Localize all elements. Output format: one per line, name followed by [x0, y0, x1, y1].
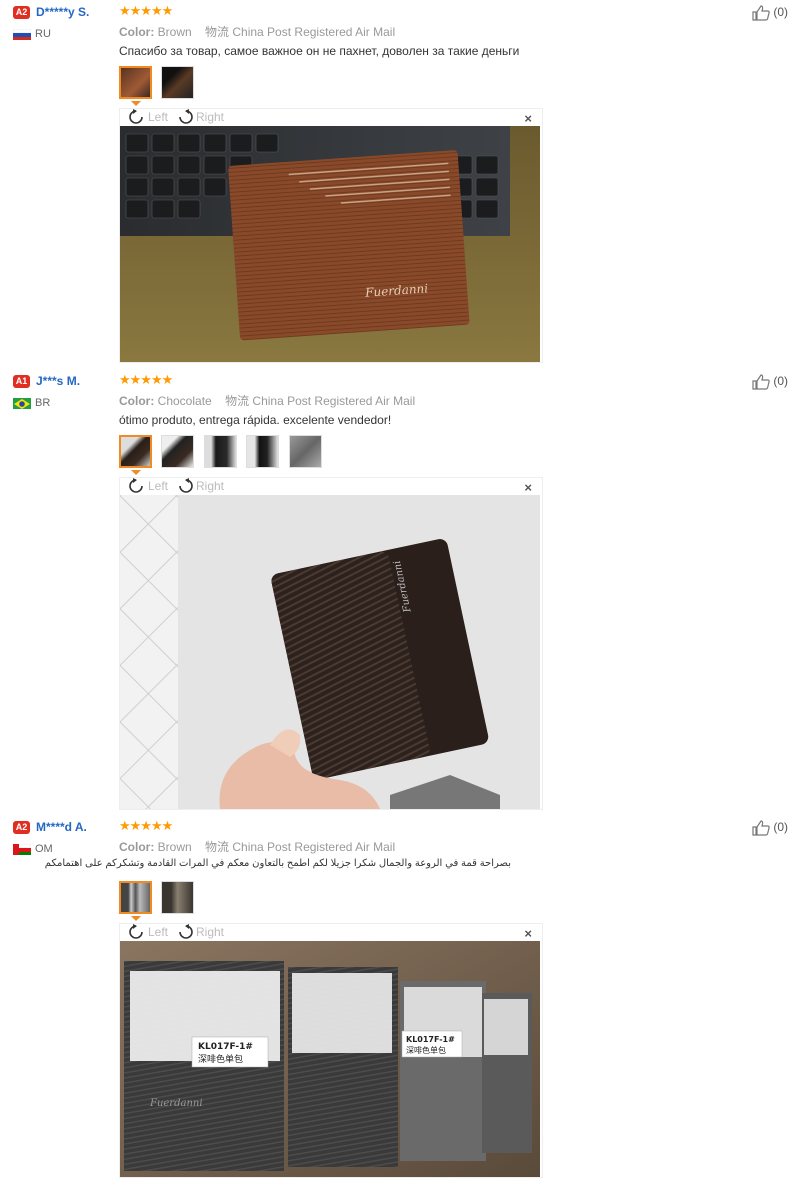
close-viewer-button[interactable]: ×: [524, 111, 532, 126]
rotate-right-icon: [179, 109, 193, 124]
rotate-right-button[interactable]: Right: [176, 478, 224, 494]
shipping-method: 物流 China Post Registered Air Mail: [225, 394, 416, 408]
helpful-count: (0): [773, 820, 789, 835]
photo-thumbnail[interactable]: [119, 881, 152, 914]
review-text: Спасибо за товар, самое важное он не пах…: [119, 44, 520, 58]
rotate-left-label: Left: [148, 925, 169, 939]
photo-thumbnail[interactable]: [161, 435, 195, 468]
package-label-code: KL017F-1#: [198, 1042, 253, 1052]
flag-om-icon: [13, 843, 31, 855]
rotate-right-icon: [179, 924, 193, 939]
country-code: RU: [35, 28, 51, 40]
color-label: Color:: [119, 394, 155, 408]
color-value: Chocolate: [157, 394, 212, 408]
review-text: ótimo produto, entrega rápida. excelente…: [119, 413, 392, 427]
viewer-toolbar: Left Right ×: [120, 478, 542, 495]
country-code: BR: [35, 397, 51, 409]
review-1: A2 D*****y S. RU ★★★★★ Color: Brown 物流 C…: [0, 0, 800, 368]
helpful-button[interactable]: (0): [752, 820, 788, 836]
rotate-right-label: Right: [196, 925, 225, 939]
photo-thumbnail[interactable]: [161, 881, 195, 914]
thumbs-up-icon: [752, 374, 770, 390]
star-rating: ★★★★★: [119, 372, 173, 387]
rotate-left-icon: [129, 109, 143, 124]
rotate-right-button[interactable]: Right: [176, 924, 224, 940]
rotate-left-button[interactable]: Left: [128, 478, 168, 494]
review-photo: KL017F-1# 深啡色单包 KL017F-1# 深啡色单包 Fuerdann…: [120, 941, 540, 1177]
close-viewer-button[interactable]: ×: [524, 926, 532, 941]
rotate-left-button[interactable]: Left: [128, 924, 168, 940]
shipping-method: 物流 China Post Registered Air Mail: [205, 840, 396, 854]
buyer-level-badge: A2: [13, 6, 30, 19]
review-photo: Fuerdanni: [120, 495, 540, 809]
buyer-name[interactable]: D*****y S.: [36, 5, 89, 19]
packaged-wallets-image: KL017F-1# 深啡色单包 KL017F-1# 深啡色单包 Fuerdann…: [120, 941, 540, 1177]
order-info: Color: Brown 物流 China Post Registered Ai…: [119, 838, 395, 855]
review-photo: Fuerdanni: [120, 126, 540, 362]
shipping-method: 物流 China Post Registered Air Mail: [205, 25, 396, 39]
review-3: A2 M****d A. OM ★★★★★ Color: Brown 物流 Ch…: [0, 815, 800, 1191]
selected-caret: [131, 916, 141, 921]
review-text: بصراحة قمة في الروعة والجمال شكرا جزيلا …: [44, 858, 511, 869]
helpful-count: (0): [773, 5, 789, 20]
thumbs-up-icon: [752, 5, 770, 21]
rotate-right-label: Right: [196, 110, 225, 124]
wallet-in-hand-image: Fuerdanni: [120, 495, 540, 809]
photo-viewer: Left Right ×: [119, 108, 543, 363]
photo-thumbnails: [119, 435, 327, 468]
buyer-name[interactable]: M****d A.: [36, 820, 87, 834]
photo-thumbnail[interactable]: [119, 435, 152, 468]
helpful-button[interactable]: (0): [752, 374, 788, 390]
color-value: Brown: [157, 840, 192, 854]
rotate-right-label: Right: [196, 479, 225, 493]
rotate-left-button[interactable]: Left: [128, 109, 168, 125]
rotate-right-icon: [179, 478, 193, 493]
star-rating: ★★★★★: [119, 818, 173, 833]
wallet-on-keyboard-image: Fuerdanni: [120, 126, 540, 362]
photo-viewer: Left Right ×: [119, 923, 543, 1178]
buyer-name[interactable]: J***s M.: [36, 374, 80, 388]
rotate-left-label: Left: [148, 479, 169, 493]
flag-ru-icon: [13, 28, 31, 40]
viewer-toolbar: Left Right ×: [120, 924, 542, 941]
country-code: OM: [35, 843, 53, 855]
package-label-chinese: 深啡色单包: [198, 1053, 243, 1065]
color-label: Color:: [119, 25, 155, 39]
package-label-code-2: KL017F-1#: [406, 1035, 455, 1044]
rotate-left-icon: [129, 478, 143, 493]
photo-thumbnail[interactable]: [161, 66, 195, 99]
color-label: Color:: [119, 840, 155, 854]
selected-caret: [131, 101, 141, 106]
color-value: Brown: [157, 25, 192, 39]
photo-thumbnail[interactable]: [119, 66, 152, 99]
buyer-level-badge: A2: [13, 821, 30, 834]
helpful-count: (0): [773, 374, 789, 389]
photo-thumbnail[interactable]: [288, 435, 322, 468]
thumbs-up-icon: [752, 820, 770, 836]
selected-caret: [131, 470, 141, 475]
rotate-left-icon: [129, 924, 143, 939]
star-rating: ★★★★★: [119, 3, 173, 18]
close-viewer-button[interactable]: ×: [524, 480, 532, 495]
photo-thumbnails: [119, 66, 199, 99]
order-info: Color: Brown 物流 China Post Registered Ai…: [119, 23, 395, 40]
photo-thumbnail[interactable]: [203, 435, 237, 468]
review-2: A1 J***s M. BR ★★★★★ Color: Chocolate 物流…: [0, 369, 800, 815]
rotate-right-button[interactable]: Right: [176, 109, 224, 125]
flag-br-icon: [13, 397, 31, 409]
photo-thumbnails: [119, 881, 199, 914]
wallet-brand-text: Fuerdanni: [149, 1098, 203, 1109]
buyer-level-badge: A1: [13, 375, 30, 388]
order-info: Color: Chocolate 物流 China Post Registere…: [119, 392, 415, 409]
package-label-chinese-2: 深啡色单包: [406, 1045, 446, 1055]
helpful-button[interactable]: (0): [752, 5, 788, 21]
photo-viewer: Left Right × Fuerdanni: [119, 477, 543, 810]
viewer-toolbar: Left Right ×: [120, 109, 542, 126]
rotate-left-label: Left: [148, 110, 169, 124]
photo-thumbnail[interactable]: [246, 435, 280, 468]
